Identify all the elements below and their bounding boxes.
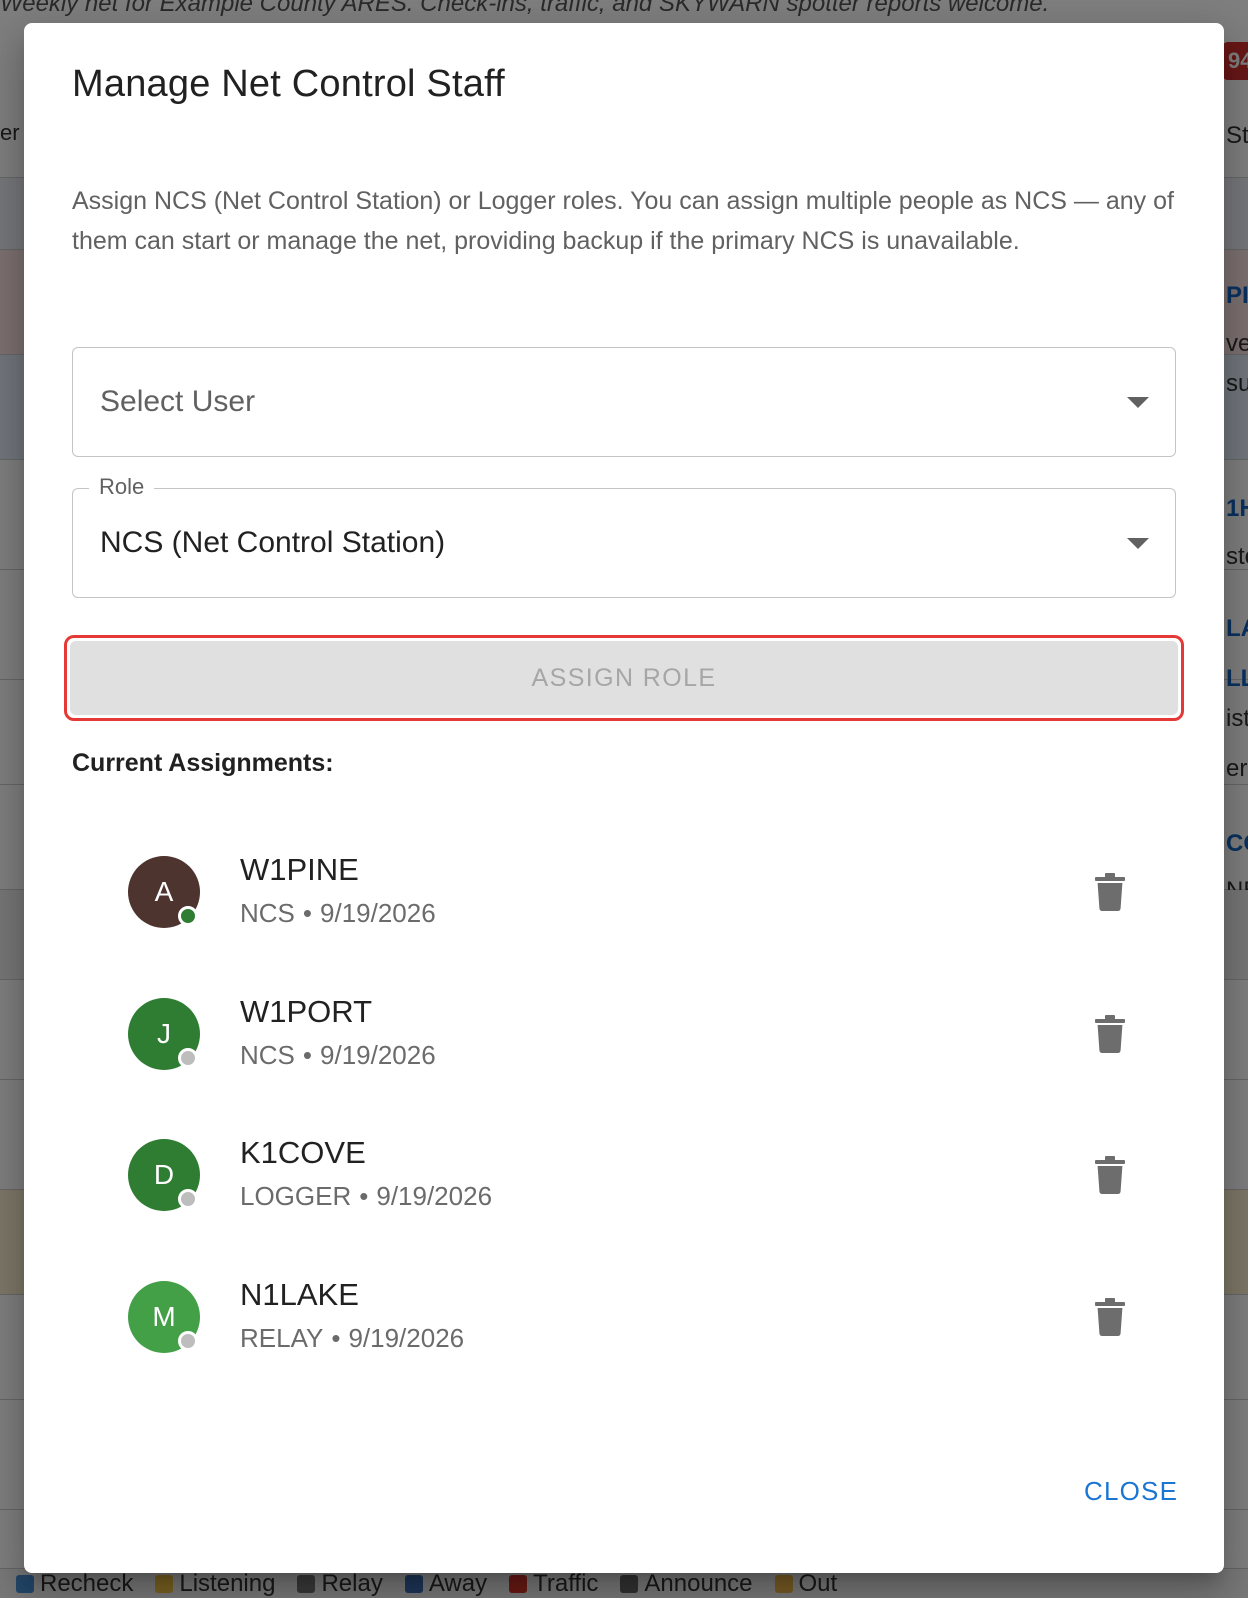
assignment-meta: LOGGER • 9/19/2026 [240, 1181, 492, 1212]
role-select-value: NCS (Net Control Station) [100, 526, 446, 559]
assignment-role: LOGGER [240, 1181, 352, 1211]
assignment-date: 9/19/2026 [348, 1323, 465, 1353]
assignment-list-item: A W1PINE NCS • 9/19/2026 [72, 852, 1176, 986]
select-user-dropdown[interactable]: Select User [72, 347, 1176, 457]
presence-offline-indicator [178, 1189, 198, 1209]
close-button[interactable]: CLOSE [1074, 1463, 1188, 1519]
assignment-callsign: W1PORT [240, 994, 373, 1029]
manage-net-control-dialog: Manage Net Control Staff Assign NCS (Net… [24, 23, 1224, 1573]
dropdown-arrow-icon [1127, 538, 1149, 549]
assignment-date: 9/19/2026 [320, 1040, 436, 1070]
assignment-meta: NCS • 9/19/2026 [240, 1040, 436, 1071]
assignment-role: NCS [240, 1040, 295, 1070]
assignment-callsign: N1LAKE [240, 1277, 359, 1312]
separator-dot: • [302, 898, 313, 928]
trash-icon [1095, 1156, 1125, 1194]
avatar: D [128, 1139, 200, 1211]
assignment-meta: NCS • 9/19/2026 [240, 898, 436, 929]
presence-online-indicator [178, 906, 198, 926]
presence-offline-indicator [178, 1048, 198, 1068]
assignment-role: NCS [240, 898, 295, 928]
trash-icon [1095, 1015, 1125, 1053]
separator-dot: • [331, 1323, 341, 1353]
assignment-date: 9/19/2026 [320, 898, 436, 928]
separator-dot: • [302, 1040, 313, 1070]
presence-offline-indicator [178, 1331, 198, 1351]
assignment-meta: RELAY • 9/19/2026 [240, 1323, 464, 1354]
current-assignments-title: Current Assignments: [72, 749, 334, 777]
assignment-callsign: K1COVE [240, 1135, 366, 1170]
assignment-list-item: D K1COVE LOGGER • 9/19/2026 [72, 1135, 1176, 1269]
dialog-title: Manage Net Control Staff [72, 63, 505, 105]
separator-dot: • [359, 1181, 369, 1211]
assign-role-button[interactable]: ASSIGN ROLE [70, 641, 1178, 715]
assignment-callsign: W1PINE [240, 852, 359, 887]
assignment-list-item: J W1PORT NCS • 9/19/2026 [72, 994, 1176, 1128]
role-select-dropdown[interactable]: Role NCS (Net Control Station) [72, 474, 1176, 598]
dropdown-arrow-icon [1127, 397, 1149, 408]
delete-assignment-button[interactable] [1082, 1006, 1138, 1062]
dialog-description: Assign NCS (Net Control Station) or Logg… [72, 187, 1174, 255]
delete-assignment-button[interactable] [1082, 864, 1138, 920]
assignment-role: RELAY [240, 1323, 324, 1353]
avatar: A [128, 856, 200, 928]
select-user-placeholder: Select User [100, 385, 256, 418]
trash-icon [1095, 873, 1125, 911]
avatar: M [128, 1281, 200, 1353]
avatar: J [128, 998, 200, 1070]
trash-icon [1095, 1298, 1125, 1336]
delete-assignment-button[interactable] [1082, 1147, 1138, 1203]
delete-assignment-button[interactable] [1082, 1289, 1138, 1345]
assignment-date: 9/19/2026 [376, 1181, 493, 1211]
assignment-list-item: M N1LAKE RELAY • 9/19/2026 [72, 1277, 1176, 1411]
